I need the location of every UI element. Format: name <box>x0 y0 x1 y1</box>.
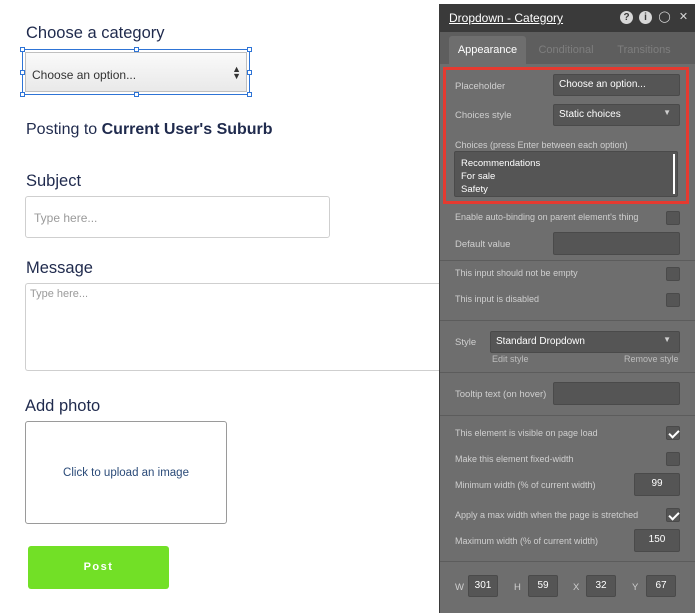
not-empty-checkbox[interactable] <box>666 267 680 281</box>
panel-title[interactable]: Dropdown - Category <box>449 11 563 25</box>
tooltip-field[interactable] <box>553 382 680 405</box>
y-value: 67 <box>655 580 667 591</box>
max-width-apply-label: Apply a max width when the page is stret… <box>455 510 639 520</box>
visible-checkbox[interactable] <box>666 426 680 440</box>
category-dropdown[interactable]: Choose an option... ▲ ▼ <box>25 52 247 92</box>
category-dropdown-selection[interactable]: Choose an option... ▲ ▼ <box>20 47 252 97</box>
posting-prefix: Posting to <box>26 121 98 138</box>
page-canvas: Choose a category Choose an option... ▲ ▼… <box>0 0 441 613</box>
resize-handle[interactable] <box>134 92 139 97</box>
auto-binding-label: Enable auto-binding on parent element's … <box>455 212 639 222</box>
divider <box>440 561 695 562</box>
message-placeholder: Type here... <box>30 288 89 300</box>
resize-handle[interactable] <box>247 47 252 52</box>
property-editor-panel: Dropdown - Category ? i ◯ ✕ Appearance C… <box>439 4 695 613</box>
info-icon[interactable]: i <box>639 11 652 24</box>
visible-label: This element is visible on page load <box>455 428 598 438</box>
tab-appearance[interactable]: Appearance <box>449 36 526 64</box>
disabled-label: This input is disabled <box>455 294 540 304</box>
width-value: 301 <box>474 580 492 591</box>
x-value: 32 <box>595 580 607 591</box>
divider <box>440 260 695 261</box>
category-heading: Choose a category <box>26 24 165 42</box>
post-button[interactable]: Post <box>28 546 169 589</box>
max-width-field[interactable]: 150 <box>634 529 680 552</box>
help-icon[interactable]: ? <box>620 11 633 24</box>
style-value: Standard Dropdown <box>496 336 585 347</box>
disabled-checkbox[interactable] <box>666 293 680 307</box>
upload-text: Click to upload an image <box>63 467 189 479</box>
panel-header: Dropdown - Category ? i ◯ ✕ <box>440 4 695 32</box>
tab-transitions[interactable]: Transitions <box>612 36 676 64</box>
resize-handle[interactable] <box>20 70 25 75</box>
min-width-label: Minimum width (% of current width) <box>455 480 596 490</box>
fixed-width-label: Make this element fixed-width <box>455 454 574 464</box>
x-field[interactable]: 32 <box>586 575 616 597</box>
resize-handle[interactable] <box>20 92 25 97</box>
y-field[interactable]: 67 <box>646 575 676 597</box>
message-heading: Message <box>26 259 93 277</box>
image-uploader[interactable]: Click to upload an image <box>25 421 227 524</box>
resize-handle[interactable] <box>247 70 252 75</box>
auto-binding-checkbox[interactable] <box>666 211 680 225</box>
width-field[interactable]: 301 <box>468 575 498 597</box>
posting-location-text: Posting to Current User's Suburb <box>26 121 273 139</box>
divider <box>440 372 695 373</box>
choices-highlight-box <box>443 67 689 204</box>
max-width-label: Maximum width (% of current width) <box>455 536 599 546</box>
close-icon[interactable]: ✕ <box>677 11 690 24</box>
height-field[interactable]: 59 <box>528 575 558 597</box>
edit-style-link[interactable]: Edit style <box>492 354 529 364</box>
dropdown-arrows-icon: ▲ ▼ <box>232 64 241 81</box>
resize-handle[interactable] <box>134 47 139 52</box>
style-label: Style <box>455 337 477 348</box>
remove-style-link[interactable]: Remove style <box>624 354 679 364</box>
resize-handle[interactable] <box>247 92 252 97</box>
fixed-width-checkbox[interactable] <box>666 452 680 466</box>
subject-placeholder: Type here... <box>34 211 98 225</box>
subject-heading: Subject <box>26 172 82 190</box>
tab-conditional[interactable]: Conditional <box>534 36 598 64</box>
min-width-field[interactable]: 99 <box>634 473 680 496</box>
height-label: H <box>514 582 521 593</box>
default-value-field[interactable] <box>553 232 680 255</box>
tooltip-label: Tooltip text (on hover) <box>455 389 547 400</box>
panel-tabs: Appearance Conditional Transitions <box>440 32 695 64</box>
height-value: 59 <box>537 580 549 591</box>
default-value-label: Default value <box>455 239 511 250</box>
width-label: W <box>455 582 464 593</box>
min-width-value: 99 <box>651 478 663 489</box>
dropdown-placeholder: Choose an option... <box>32 68 137 82</box>
subject-input[interactable]: Type here... <box>25 196 330 238</box>
photo-heading: Add photo <box>25 397 101 415</box>
divider <box>440 415 695 416</box>
style-select[interactable]: Standard Dropdown ▼ <box>490 331 680 353</box>
resize-handle[interactable] <box>20 47 25 52</box>
x-label: X <box>573 582 580 593</box>
message-input[interactable]: Type here... <box>25 283 441 371</box>
divider <box>440 320 695 321</box>
comment-icon[interactable]: ◯ <box>658 11 671 24</box>
chevron-down-icon: ▼ <box>663 335 671 344</box>
not-empty-label: This input should not be empty <box>455 268 578 278</box>
max-width-value: 150 <box>648 534 666 545</box>
y-label: Y <box>632 582 639 593</box>
posting-location: Current User's Suburb <box>101 121 273 138</box>
panel-header-icons: ? i ◯ ✕ <box>620 11 690 24</box>
max-width-apply-checkbox[interactable] <box>666 508 680 522</box>
